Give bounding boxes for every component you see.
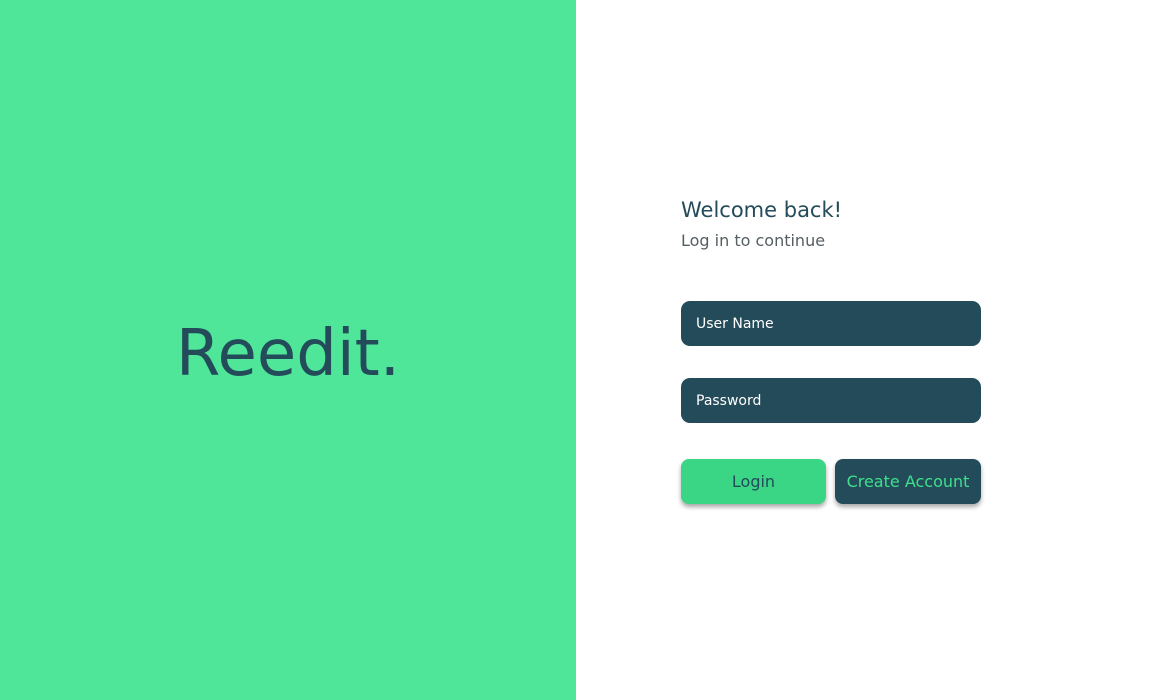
login-form-panel: Welcome back! Log in to continue Login C… (576, 0, 1152, 700)
welcome-title: Welcome back! (681, 198, 843, 222)
welcome-subtitle: Log in to continue (681, 231, 826, 250)
login-page: Reedit. Welcome back! Log in to continue… (0, 0, 1152, 700)
password-input[interactable] (681, 378, 981, 423)
username-input[interactable] (681, 301, 981, 346)
brand-panel: Reedit. (0, 0, 576, 700)
login-button[interactable]: Login (681, 459, 826, 504)
create-account-button[interactable]: Create Account (835, 459, 981, 504)
brand-logo: Reedit. (175, 317, 401, 391)
